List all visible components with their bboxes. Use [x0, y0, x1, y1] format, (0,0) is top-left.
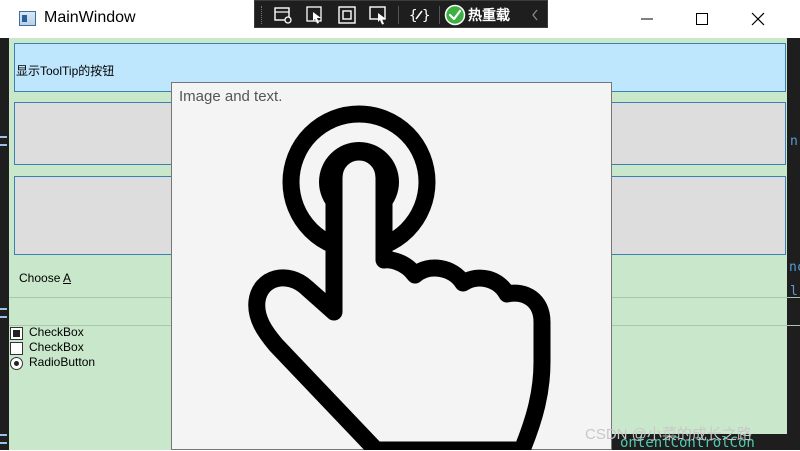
choose-label-text: Choose — [19, 271, 64, 285]
binding-failures-icon: {} — [409, 8, 430, 24]
display-layout-adorners-button[interactable] — [335, 4, 359, 26]
radio-button-label: RadioButton — [29, 355, 96, 369]
hot-reload-check-icon — [444, 4, 466, 26]
maximize-button[interactable] — [691, 8, 713, 30]
display-layout-adorners-icon — [338, 6, 356, 24]
track-focus-button[interactable] — [367, 4, 391, 26]
live-visual-tree-icon — [274, 7, 292, 24]
toolbar-separator — [439, 6, 440, 24]
minimize-icon — [641, 18, 653, 20]
margin-mark — [0, 308, 7, 318]
minimize-button[interactable] — [636, 8, 658, 30]
code-fragment: nc — [789, 260, 800, 275]
track-focus-icon — [369, 6, 386, 25]
svg-text:{: { — [409, 8, 417, 24]
code-editor-background: n nc l — [787, 38, 800, 450]
close-button[interactable] — [747, 8, 769, 30]
choose-label: Choose A — [19, 271, 71, 285]
toolbar-separator — [398, 6, 399, 24]
select-element-button[interactable] — [303, 4, 327, 26]
hand-pointer-tap-icon — [248, 105, 551, 450]
live-visual-tree-button[interactable] — [271, 4, 295, 26]
binding-failures-button[interactable]: {} — [407, 4, 431, 26]
checkbox-unchecked[interactable] — [10, 342, 23, 355]
close-icon — [751, 12, 765, 26]
checkbox-label: CheckBox — [29, 325, 84, 339]
window-title: MainWindow — [44, 9, 136, 26]
svg-text:}: } — [422, 8, 430, 24]
hot-reload-label[interactable]: 热重载 — [468, 5, 510, 25]
collapse-toolbar-button[interactable] — [527, 4, 543, 26]
checkbox-checked[interactable] — [10, 327, 23, 340]
code-fragment: n — [790, 134, 798, 149]
collapse-chevron-icon — [532, 9, 538, 21]
checkbox-label: CheckBox — [29, 340, 84, 354]
choose-label-access-key: A — [63, 271, 72, 285]
tooltip-button-label: 显示ToolTip的按钮 — [16, 64, 115, 78]
radio-button[interactable] — [10, 357, 23, 370]
window-app-icon — [19, 11, 36, 26]
editor-background-strip — [0, 38, 9, 450]
toolbar-grip[interactable] — [261, 6, 265, 24]
margin-mark — [0, 136, 7, 146]
maximize-icon — [696, 13, 708, 25]
hot-reload-button[interactable] — [443, 4, 467, 26]
margin-mark — [0, 434, 7, 444]
watermark: CSDN @小菜的成长之路 — [585, 426, 752, 443]
select-element-icon — [306, 6, 322, 24]
